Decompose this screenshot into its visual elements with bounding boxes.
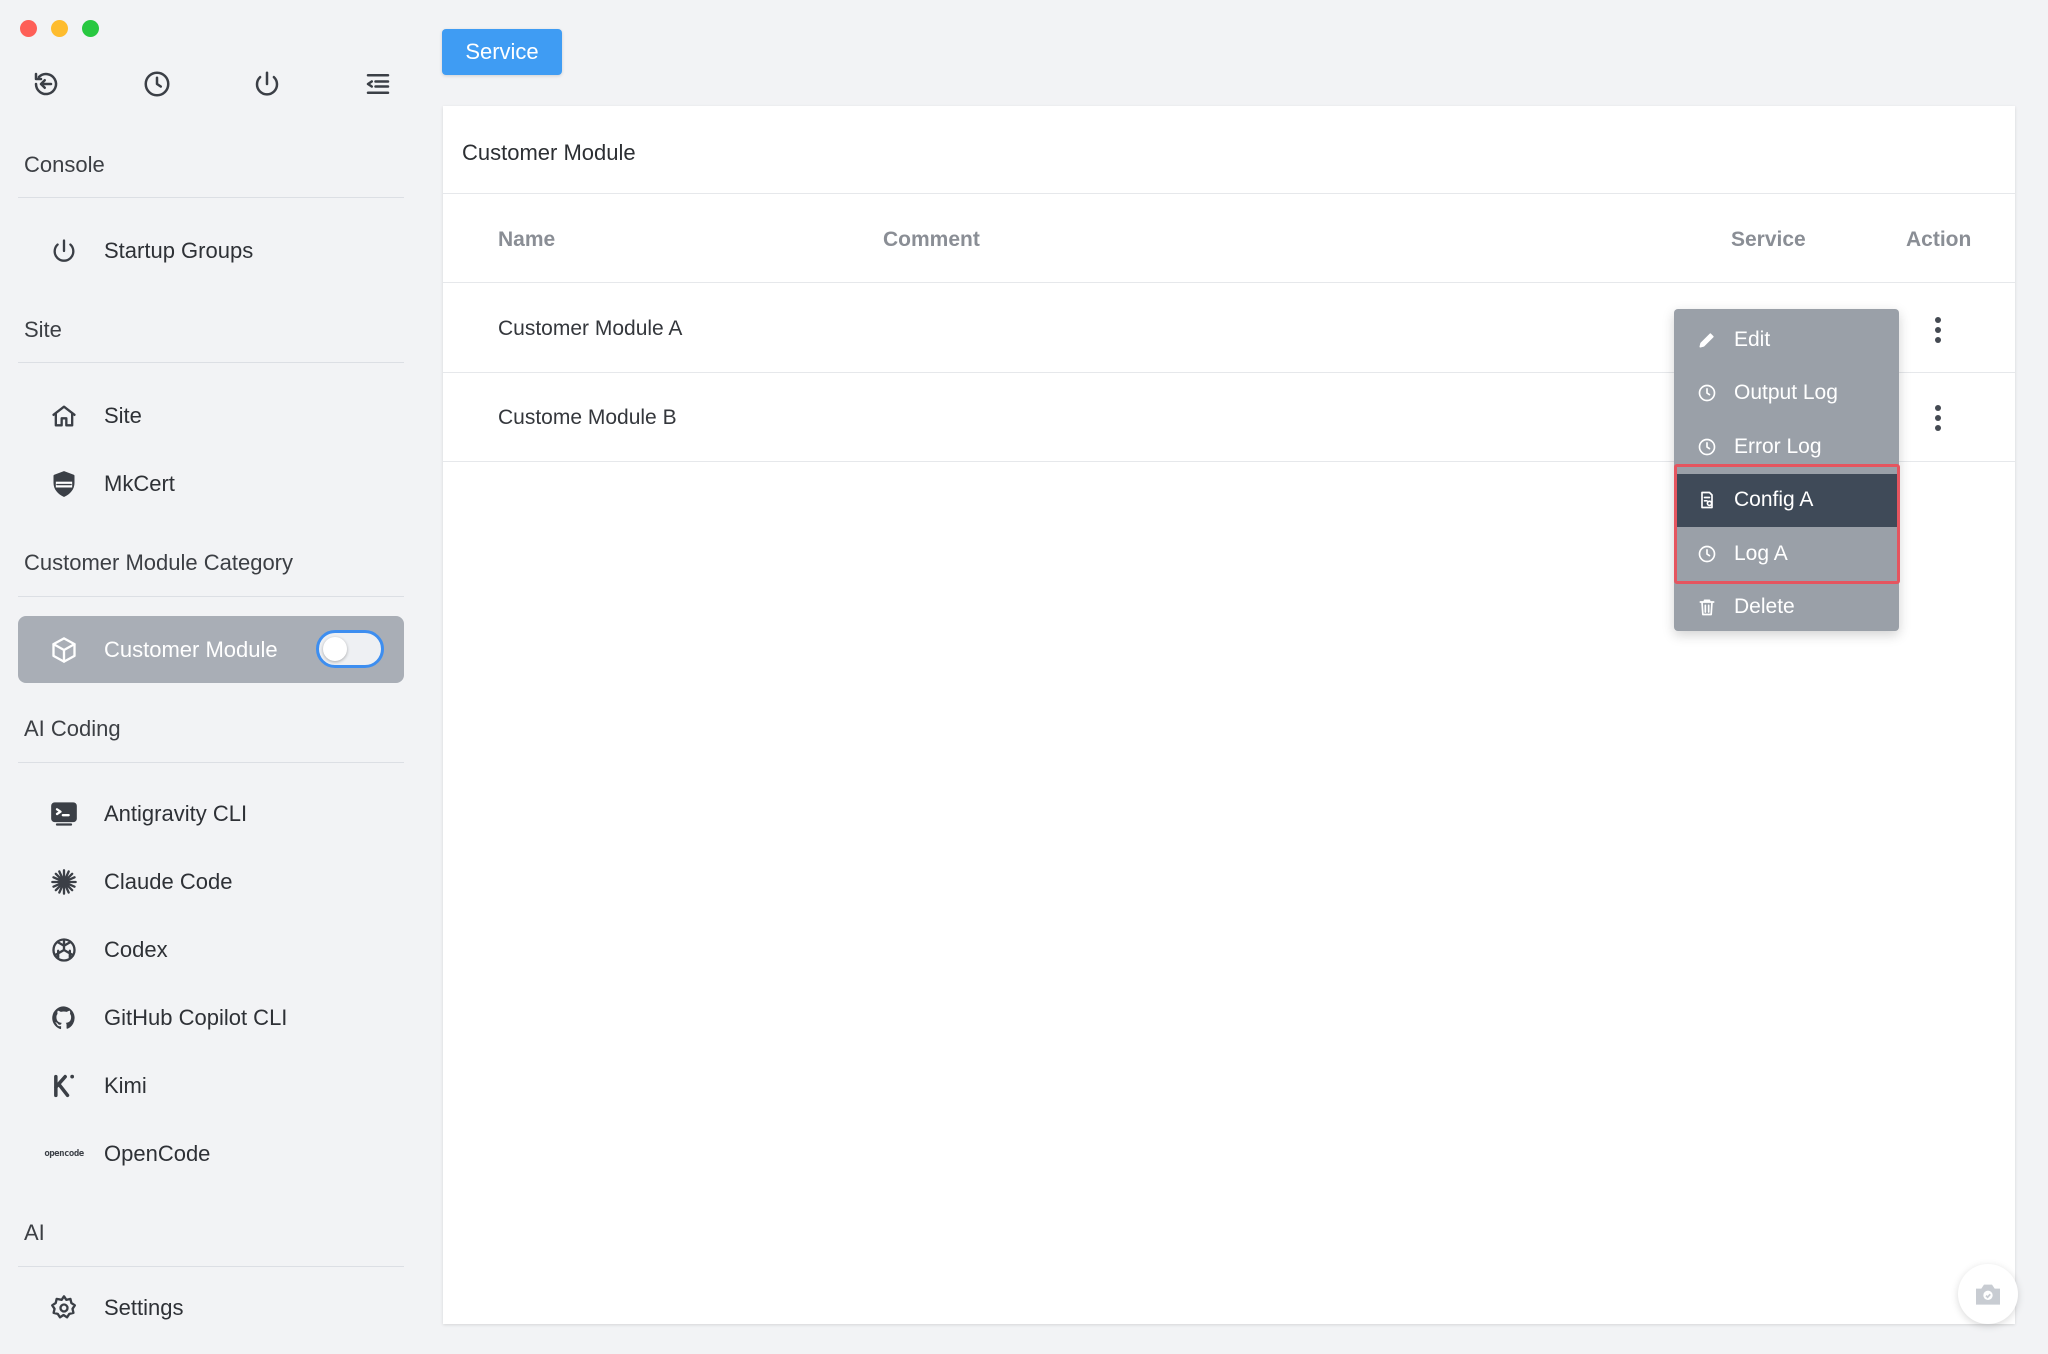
sidebar-item-label: Kimi xyxy=(104,1073,147,1098)
menu-item-label: Error Log xyxy=(1734,434,1822,458)
sidebar-item-customer-module[interactable]: Customer Module xyxy=(18,616,404,683)
pencil-icon xyxy=(1696,329,1718,351)
sidebar-item-label: Customer Module xyxy=(104,636,278,662)
sidebar-item-antigravity-cli[interactable]: Antigravity CLI xyxy=(18,781,404,847)
sidebar-item-site[interactable]: Site xyxy=(18,383,404,449)
sidebar-item-label: OpenCode xyxy=(104,1141,211,1166)
home-icon xyxy=(48,400,80,432)
section-ai-coding: AI Coding xyxy=(24,716,121,741)
menu-item-config-a[interactable]: Config A xyxy=(1674,473,1899,527)
service-button[interactable]: Service xyxy=(442,29,562,75)
divider xyxy=(18,197,404,198)
power-icon xyxy=(256,71,279,96)
sidebar-item-label: Settings xyxy=(104,1295,184,1320)
menu-item-label: Output Log xyxy=(1734,381,1838,405)
power-icon xyxy=(48,235,80,267)
sidebar-item-startup-groups[interactable]: Startup Groups xyxy=(18,218,404,284)
sidebar-item-label: GitHub Copilot CLI xyxy=(104,1005,288,1030)
sidebar-item-label: Antigravity CLI xyxy=(104,801,248,826)
section-console: Console xyxy=(24,152,105,177)
section-site: Site xyxy=(24,317,62,342)
opencode-icon: opencode xyxy=(42,1138,86,1170)
history-icon xyxy=(144,71,170,97)
column-header-action[interactable]: Action xyxy=(1906,228,1971,252)
trash-icon xyxy=(1696,596,1718,618)
clock-icon xyxy=(1696,543,1718,565)
menu-item-label: Delete xyxy=(1734,595,1795,619)
cube-icon xyxy=(48,634,80,666)
sidebar-item-opencode[interactable]: opencode OpenCode xyxy=(18,1121,404,1187)
divider xyxy=(443,282,2015,283)
sidebar-item-label: Codex xyxy=(104,937,168,962)
menu-item-label: Config A xyxy=(1734,488,1814,512)
row-name: Custome Module B xyxy=(498,406,677,429)
column-header-service[interactable]: Service xyxy=(1731,228,1806,252)
row-more-button[interactable] xyxy=(1923,310,1953,350)
sidebar-item-settings[interactable]: Settings xyxy=(18,1275,404,1341)
sidebar: Console Startup Groups Site Site MkCert … xyxy=(0,0,420,1354)
github-icon xyxy=(48,1002,80,1034)
menu-item-label: Edit xyxy=(1734,327,1771,351)
opencode-icon-text: opencode xyxy=(44,1149,84,1159)
config-file-icon xyxy=(1696,489,1718,511)
openai-icon xyxy=(48,934,80,966)
sparkle-icon xyxy=(48,866,80,898)
sidebar-item-label: Site xyxy=(104,403,142,428)
menu-item-error-log[interactable]: Error Log xyxy=(1674,420,1899,474)
screenshot-button[interactable] xyxy=(1958,1264,2018,1324)
menu-item-label: Log A xyxy=(1734,541,1788,565)
gear-icon xyxy=(48,1292,80,1324)
divider xyxy=(18,362,404,363)
sidebar-item-kimi[interactable]: Kimi xyxy=(18,1053,404,1119)
sidebar-item-label: MkCert xyxy=(104,471,175,496)
divider xyxy=(443,193,2015,194)
menu-item-output-log[interactable]: Output Log xyxy=(1674,367,1899,421)
row-action-menu: Edit Output Log Error Log Config A Log A… xyxy=(1674,309,1899,631)
back-icon xyxy=(34,72,58,96)
terminal-icon xyxy=(48,798,80,830)
kimi-icon xyxy=(48,1070,80,1102)
sidebar-item-label: Claude Code xyxy=(104,869,233,894)
power-button[interactable] xyxy=(247,64,287,104)
camera-icon xyxy=(1976,1284,2000,1305)
sidebar-item-codex[interactable]: Codex xyxy=(18,917,404,983)
sidebar-item-github-copilot-cli[interactable]: GitHub Copilot CLI xyxy=(18,985,404,1051)
menu-item-log-a[interactable]: Log A xyxy=(1674,527,1899,581)
customer-module-toggle[interactable] xyxy=(316,630,384,668)
sidebar-item-label: Startup Groups xyxy=(104,238,254,263)
sidebar-item-mkcert[interactable]: MkCert xyxy=(18,451,404,517)
sidebar-item-claude-code[interactable]: Claude Code xyxy=(18,849,404,915)
collapse-sidebar-button[interactable] xyxy=(358,64,398,104)
clock-icon xyxy=(1696,436,1718,458)
module-panel: Customer Module Name Comment Service Act… xyxy=(443,106,2015,1324)
clock-icon xyxy=(1696,382,1718,404)
back-button[interactable] xyxy=(26,64,66,104)
collapse-menu-icon xyxy=(366,74,390,94)
row-more-button[interactable] xyxy=(1923,398,1953,438)
panel-title: Customer Module xyxy=(462,140,636,165)
app-window: Console Startup Groups Site Site MkCert … xyxy=(0,0,2048,1354)
row-name: Customer Module A xyxy=(498,317,683,340)
divider xyxy=(18,762,404,763)
section-customer-module-category: Customer Module Category xyxy=(24,550,294,575)
section-ai: AI xyxy=(24,1220,45,1245)
ssl-shield-icon xyxy=(48,468,80,500)
menu-item-delete[interactable]: Delete xyxy=(1674,581,1899,635)
toggle-knob xyxy=(323,637,347,661)
column-header-comment[interactable]: Comment xyxy=(883,228,980,252)
sidebar-toolbar xyxy=(26,64,398,104)
divider xyxy=(18,1266,404,1267)
divider xyxy=(18,596,404,597)
menu-item-edit[interactable]: Edit xyxy=(1674,313,1899,367)
history-button[interactable] xyxy=(137,64,177,104)
column-header-name[interactable]: Name xyxy=(498,228,555,252)
